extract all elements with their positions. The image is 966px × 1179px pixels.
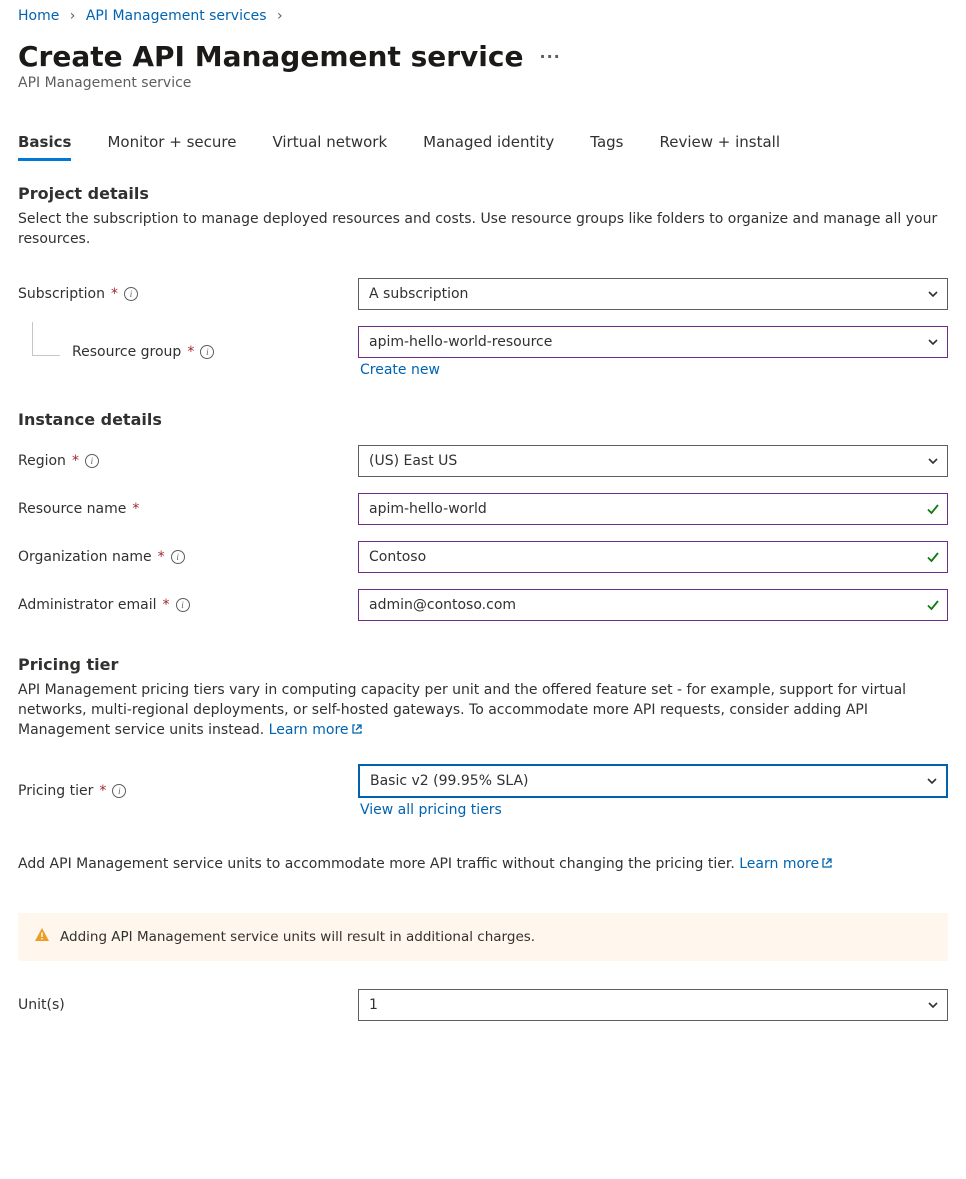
info-icon[interactable]: i [200, 345, 214, 359]
required-icon: * [111, 286, 118, 302]
breadcrumb: Home › API Management services › [18, 4, 948, 32]
info-icon[interactable]: i [171, 550, 185, 564]
section-instance-heading: Instance details [18, 410, 948, 429]
resource-group-label: Resource group [72, 344, 181, 360]
tabs: Basics Monitor + secure Virtual network … [18, 127, 948, 162]
learn-more-units-link[interactable]: Learn more [739, 856, 833, 872]
create-new-link[interactable]: Create new [360, 362, 440, 378]
warning-icon [34, 927, 50, 947]
breadcrumb-sep: › [64, 8, 82, 24]
learn-more-link[interactable]: Learn more [269, 722, 363, 738]
units-desc: Add API Management service units to acco… [18, 854, 938, 874]
section-pricing-desc: API Management pricing tiers vary in com… [18, 680, 938, 741]
warning-text: Adding API Management service units will… [60, 929, 535, 945]
check-icon [919, 550, 947, 564]
required-icon: * [187, 344, 194, 360]
required-icon: * [99, 783, 106, 799]
resource-group-value: apim-hello-world-resource [359, 334, 919, 350]
admin-email-input-wrap [358, 589, 948, 621]
field-subscription: Subscription * i A subscription [18, 278, 948, 310]
required-icon: * [163, 597, 170, 613]
breadcrumb-parent[interactable]: API Management services [86, 8, 267, 24]
subscription-select[interactable]: A subscription [358, 278, 948, 310]
field-units: Unit(s) 1 [18, 989, 948, 1021]
info-icon[interactable]: i [176, 598, 190, 612]
tab-virtual-network[interactable]: Virtual network [272, 127, 387, 161]
resource-name-input[interactable] [359, 501, 919, 517]
field-resource-name: Resource name * [18, 493, 948, 525]
field-region: Region * i (US) East US [18, 445, 948, 477]
check-icon [919, 598, 947, 612]
chevron-down-icon [919, 999, 947, 1011]
chevron-down-icon [919, 455, 947, 467]
warning-banner: Adding API Management service units will… [18, 913, 948, 961]
breadcrumb-sep: › [271, 8, 289, 24]
field-resource-group: Resource group * i apim-hello-world-reso… [18, 326, 948, 378]
required-icon: * [158, 549, 165, 565]
region-value: (US) East US [359, 453, 919, 469]
field-pricing-tier: Pricing tier * i Basic v2 (99.95% SLA) V… [18, 764, 948, 818]
subscription-label: Subscription [18, 286, 105, 302]
section-project-desc: Select the subscription to manage deploy… [18, 209, 938, 250]
tab-basics[interactable]: Basics [18, 127, 71, 161]
chevron-down-icon [918, 775, 946, 787]
indent-line [32, 322, 60, 356]
units-value: 1 [359, 997, 919, 1013]
check-icon [919, 502, 947, 516]
info-icon[interactable]: i [112, 784, 126, 798]
chevron-down-icon [919, 288, 947, 300]
tab-tags[interactable]: Tags [590, 127, 623, 161]
tab-review-install[interactable]: Review + install [659, 127, 780, 161]
more-actions-icon[interactable]: ··· [539, 47, 560, 66]
resource-name-input-wrap [358, 493, 948, 525]
info-icon[interactable]: i [85, 454, 99, 468]
chevron-down-icon [919, 336, 947, 348]
tab-monitor-secure[interactable]: Monitor + secure [107, 127, 236, 161]
field-org-name: Organization name * i [18, 541, 948, 573]
pricing-tier-label: Pricing tier [18, 783, 93, 799]
breadcrumb-home[interactable]: Home [18, 8, 59, 24]
section-project-heading: Project details [18, 184, 948, 203]
resource-name-label: Resource name [18, 501, 126, 517]
units-select[interactable]: 1 [358, 989, 948, 1021]
page-subtitle: API Management service [18, 75, 948, 91]
required-icon: * [132, 501, 139, 517]
subscription-value: A subscription [359, 286, 919, 302]
view-all-tiers-link[interactable]: View all pricing tiers [360, 802, 502, 818]
resource-group-select[interactable]: apim-hello-world-resource [358, 326, 948, 358]
info-icon[interactable]: i [124, 287, 138, 301]
page-title-row: Create API Management service ··· [18, 40, 948, 73]
pricing-tier-value: Basic v2 (99.95% SLA) [360, 773, 918, 789]
admin-email-label: Administrator email [18, 597, 157, 613]
region-select[interactable]: (US) East US [358, 445, 948, 477]
admin-email-input[interactable] [359, 597, 919, 613]
org-name-input[interactable] [359, 549, 919, 565]
org-name-input-wrap [358, 541, 948, 573]
units-label: Unit(s) [18, 997, 65, 1013]
field-admin-email: Administrator email * i [18, 589, 948, 621]
required-icon: * [72, 453, 79, 469]
page-title: Create API Management service [18, 40, 523, 73]
org-name-label: Organization name [18, 549, 152, 565]
tab-managed-identity[interactable]: Managed identity [423, 127, 554, 161]
region-label: Region [18, 453, 66, 469]
section-pricing-heading: Pricing tier [18, 655, 948, 674]
pricing-tier-select[interactable]: Basic v2 (99.95% SLA) [358, 764, 948, 798]
